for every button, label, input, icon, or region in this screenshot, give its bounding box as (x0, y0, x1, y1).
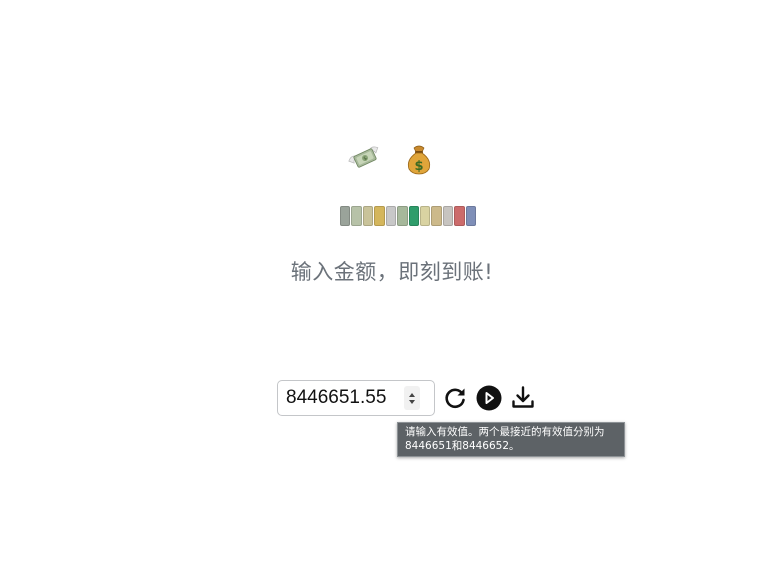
money-with-wings-icon: $ (348, 146, 379, 168)
reset-button[interactable] (441, 384, 469, 412)
money-strip-cell (442, 206, 454, 226)
money-strip-cell (408, 206, 419, 226)
money-strip-cell (419, 206, 431, 226)
refresh-icon (445, 388, 465, 409)
money-strip-cell (431, 206, 442, 226)
download-button[interactable] (509, 384, 537, 412)
stepper-down-icon[interactable] (409, 399, 415, 404)
download-icon (512, 386, 534, 408)
money-strip-cell (351, 206, 362, 226)
page: $ $ 输入金额，即刻到账! 8446651.55 请输入有效值。两个最接近的有… (0, 0, 784, 561)
money-strip-cell (385, 206, 397, 226)
amount-stepper[interactable] (404, 386, 420, 410)
emoji-row: $ $ (0, 140, 784, 176)
svg-text:$: $ (414, 159, 423, 174)
play-button[interactable] (475, 384, 503, 412)
money-strip-cell (454, 206, 465, 226)
money-strip-cell (397, 206, 408, 226)
tooltip-line-2: 8446651和8446652。 (405, 440, 520, 452)
amount-input[interactable] (286, 387, 404, 409)
money-strip-cell (362, 206, 374, 226)
play-circle-icon (476, 385, 502, 411)
stepper-up-icon[interactable] (409, 392, 415, 397)
money-strip-cell (465, 206, 477, 226)
amount-field[interactable] (277, 380, 435, 416)
validation-tooltip: 请输入有效值。两个最接近的有效值分别为 8446651和8446652。 (397, 422, 625, 457)
money-strip-cell (374, 206, 385, 226)
page-title: 输入金额，即刻到账! (290, 260, 494, 284)
money-strip (340, 206, 477, 226)
tooltip-line-1: 请输入有效值。两个最接近的有效值分别为 (405, 426, 605, 438)
money-strip-cell (340, 206, 351, 226)
money-bag-icon: $ (407, 145, 431, 175)
amount-controls (277, 379, 537, 417)
